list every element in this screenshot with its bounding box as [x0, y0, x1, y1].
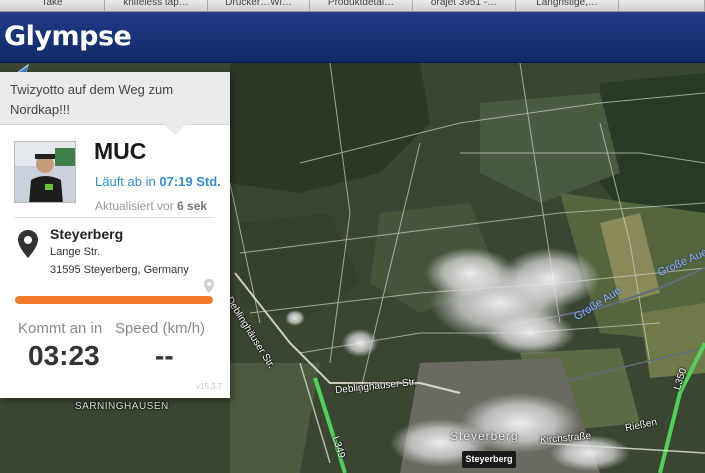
speed-value: --: [155, 340, 174, 371]
updated-text: Aktualisiert vor 6 sek: [95, 199, 207, 213]
location-pin-icon: [18, 230, 38, 258]
bookmark-tab[interactable]: [619, 0, 705, 11]
arrive-label: Kommt an in: [18, 320, 103, 337]
map-village-label: SARNINGHAUSEN: [75, 401, 169, 412]
trip-progress-fill: [15, 296, 213, 304]
expires-prefix: Läuft ab in: [95, 174, 160, 189]
progress-pin-icon: [204, 279, 214, 293]
arrive-value: 03:23: [28, 340, 100, 371]
expires-value: 07:19 Std.: [159, 174, 221, 189]
bookmark-tab[interactable]: knifeless tap…: [105, 0, 208, 11]
logo-text: Glympse: [4, 21, 132, 52]
trip-progress-bar: [15, 296, 213, 304]
bookmark-tab[interactable]: Take: [0, 0, 105, 11]
bookmarks-bar: Take knifeless tap… Drucker…Wi… Produktd…: [0, 0, 705, 12]
bookmark-tab[interactable]: orajet 3951 -…: [413, 0, 516, 11]
map-town-label: Steyerberg: [450, 429, 519, 443]
bookmark-tab[interactable]: Produktdetai…: [310, 0, 413, 11]
glympse-code: MUC: [94, 138, 147, 164]
divider: [14, 217, 214, 218]
bookmark-tab[interactable]: Langristige,…: [516, 0, 619, 11]
glympse-logo[interactable]: Glympse: [4, 21, 132, 52]
user-avatar: [14, 141, 76, 203]
speed-label: Speed (km/h): [115, 320, 206, 337]
updated-value: 6 sek: [177, 199, 208, 213]
destination-pin-label[interactable]: Steyerberg: [462, 451, 516, 468]
glympse-info-panel: Twizyotto auf dem Weg zum Nordkap!!! MUC…: [0, 72, 230, 398]
destination-street: Lange Str.: [50, 246, 101, 258]
app-header: Glympse: [0, 12, 705, 63]
destination-name: Steyerberg: [50, 226, 124, 242]
destination-city: 31595 Steyerberg, Germany: [50, 264, 189, 276]
version-text: v15.3.7: [196, 382, 223, 391]
updated-prefix: Aktualisiert vor: [95, 199, 178, 213]
panel-content: MUC Läuft ab in 07:19 Std. Aktualisiert …: [0, 72, 230, 398]
expires-text: Läuft ab in 07:19 Std.: [95, 174, 221, 189]
bookmark-tab[interactable]: Drucker…Wi…: [208, 0, 310, 11]
